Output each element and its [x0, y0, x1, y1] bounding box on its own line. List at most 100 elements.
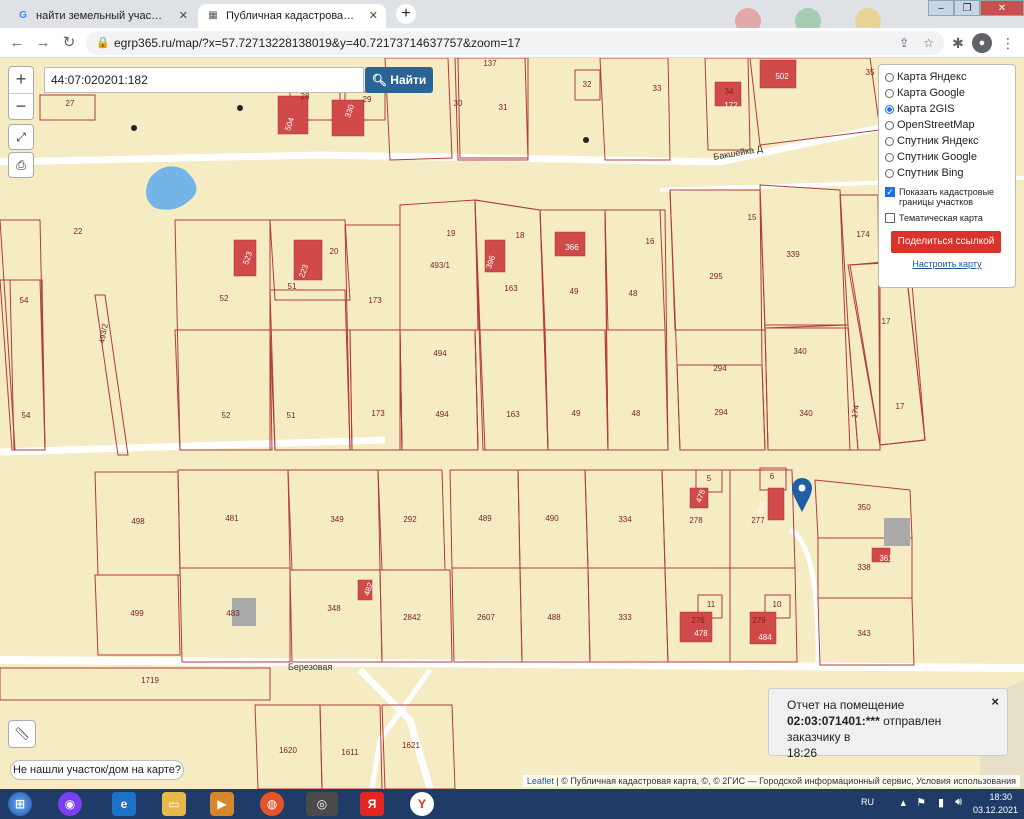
- file-explorer-icon[interactable]: ▭: [162, 792, 186, 816]
- tab-cadastral-map[interactable]: ▦ Публичная кадастровая карта К ✕: [198, 4, 386, 28]
- parcel-outline[interactable]: [399, 329, 479, 451]
- flag-icon[interactable]: ⚑: [916, 796, 926, 809]
- parcel-number: 173: [368, 296, 382, 305]
- layer-option-bing-sat[interactable]: Спутник Bing: [885, 165, 1009, 181]
- search-button[interactable]: 🔍︎ Найти: [365, 67, 433, 93]
- parcel-number: 20: [330, 247, 339, 256]
- parcel-number: 52: [220, 294, 229, 303]
- ruler-icon[interactable]: 📏︎: [8, 720, 36, 748]
- chrome-icon[interactable]: ◎: [306, 792, 338, 816]
- parcel-outline[interactable]: [599, 58, 671, 161]
- parcel-outline[interactable]: [9, 279, 46, 451]
- yandex-icon[interactable]: Я: [360, 792, 384, 816]
- parcel-number: 52: [222, 411, 231, 420]
- forward-icon[interactable]: →: [32, 32, 54, 54]
- address-bar[interactable]: 🔒 egrp365.ru/map/?x=57.72713228138019&y=…: [86, 31, 944, 55]
- close-tab-icon[interactable]: ✕: [369, 4, 378, 28]
- parcel-outline[interactable]: [349, 329, 403, 451]
- close-window-icon[interactable]: ✕: [980, 0, 1024, 16]
- parcel-number: 350: [857, 503, 871, 512]
- parcel-outline[interactable]: [0, 667, 271, 701]
- parcel-outline[interactable]: [847, 261, 926, 446]
- parcel-outline[interactable]: [269, 329, 353, 451]
- parcel-outline[interactable]: [269, 289, 351, 451]
- fullscreen-icon[interactable]: ⤢: [8, 124, 34, 150]
- firefox-icon[interactable]: ◍: [260, 792, 284, 816]
- layer-option-yandex[interactable]: Карта Яндекс: [885, 69, 1009, 85]
- zoom-out-button[interactable]: −: [9, 93, 33, 119]
- extensions-icon[interactable]: ✱: [948, 33, 968, 53]
- share-link-button[interactable]: Поделиться ссылкой: [891, 231, 1001, 253]
- parcel-outline[interactable]: [669, 189, 766, 331]
- close-icon[interactable]: ×: [991, 694, 999, 710]
- location-marker-icon[interactable]: [792, 478, 812, 512]
- new-tab-button[interactable]: +: [396, 4, 416, 24]
- layer-option-osm[interactable]: OpenStreetMap: [885, 117, 1009, 133]
- parcel-number: 279: [752, 616, 766, 625]
- building-shape[interactable]: [767, 487, 785, 521]
- close-tab-icon[interactable]: ✕: [179, 4, 188, 28]
- alice-icon[interactable]: ◉: [58, 792, 82, 816]
- parcel-number: 174: [850, 404, 861, 419]
- layer-option-google-sat[interactable]: Спутник Google: [885, 149, 1009, 165]
- thematic-map-checkbox[interactable]: Тематическая карта: [885, 213, 1009, 223]
- parcel-outline[interactable]: [399, 329, 479, 451]
- print-icon[interactable]: ⎙: [8, 152, 34, 178]
- clock-date[interactable]: 03.12.2021: [973, 805, 1018, 815]
- bookmark-star-icon[interactable]: ☆: [923, 31, 934, 55]
- parcel-outline[interactable]: [759, 184, 849, 329]
- parcel-outline[interactable]: [399, 329, 479, 451]
- radio-icon: [885, 72, 894, 82]
- parcel-number: 11: [707, 600, 716, 609]
- parcel-outline[interactable]: [604, 209, 666, 331]
- volume-icon[interactable]: 🔊︎: [955, 796, 962, 809]
- internet-explorer-icon[interactable]: e: [112, 792, 136, 816]
- parcel-number: 338: [857, 563, 871, 572]
- tree-marker: [131, 125, 137, 131]
- map-canvas[interactable]: 504 330 172 502 523 223 396 366 478 480 482 361 478 4…: [0, 58, 1024, 789]
- radio-icon: [885, 136, 894, 146]
- layer-option-yandex-sat[interactable]: Спутник Яндекс: [885, 133, 1009, 149]
- layer-option-google[interactable]: Карта Google: [885, 85, 1009, 101]
- parcel-number: 19: [447, 229, 456, 238]
- cadastral-search-input[interactable]: 44:07:020201:182: [44, 67, 364, 93]
- toast-line1: Отчет на помещение: [787, 698, 905, 712]
- parcel-number: 6: [770, 472, 775, 481]
- parcel-number: 27: [66, 99, 75, 108]
- tray-arrow-icon[interactable]: ▴: [900, 796, 906, 809]
- parcel-outline[interactable]: [544, 329, 609, 451]
- parcel-outline[interactable]: [604, 329, 669, 451]
- maximize-icon[interactable]: ❐: [954, 0, 980, 16]
- show-boundaries-checkbox[interactable]: ✓ Показать кадастровые границы участков: [885, 187, 1009, 207]
- share-page-icon[interactable]: ⇪: [899, 31, 909, 55]
- checkbox-checked-icon: ✓: [885, 187, 895, 197]
- parcel-outline[interactable]: [479, 329, 549, 451]
- parcel-outline[interactable]: [457, 58, 529, 159]
- parcel-outline[interactable]: [94, 294, 129, 456]
- parcel-number: 137: [483, 59, 497, 68]
- building-number: 484: [758, 633, 772, 642]
- parcel-number: 174: [856, 230, 870, 239]
- reload-icon[interactable]: ↻: [58, 32, 80, 54]
- zoom-in-button[interactable]: +: [9, 67, 33, 93]
- parcel-outline[interactable]: [174, 329, 273, 451]
- language-indicator[interactable]: RU: [861, 797, 874, 807]
- battery-icon[interactable]: ▮: [938, 796, 944, 809]
- tab-search[interactable]: G найти земельный участок по ка ✕: [8, 4, 196, 28]
- start-button-icon[interactable]: ⊞: [8, 792, 32, 816]
- leaflet-link[interactable]: Leaflet: [527, 776, 554, 786]
- clock-time[interactable]: 18:30: [989, 792, 1012, 802]
- yandex-browser-icon[interactable]: Y: [410, 792, 434, 816]
- parcel-outline[interactable]: [764, 324, 859, 451]
- parcel-outline[interactable]: [0, 279, 46, 451]
- parcel-outline[interactable]: [454, 58, 529, 161]
- back-icon[interactable]: ←: [6, 32, 28, 54]
- configure-map-link[interactable]: Настроить карту: [885, 259, 1009, 269]
- layer-option-2gis[interactable]: Карта 2GIS: [885, 101, 1009, 117]
- minimize-icon[interactable]: –: [928, 0, 954, 16]
- not-found-link[interactable]: Не нашли участок/дом на карте?: [10, 760, 184, 780]
- menu-dots-icon[interactable]: ⋮: [998, 33, 1018, 53]
- media-player-icon[interactable]: ▶: [210, 792, 234, 816]
- profile-avatar-icon[interactable]: ●: [972, 33, 992, 53]
- parcel-outline[interactable]: [764, 327, 859, 451]
